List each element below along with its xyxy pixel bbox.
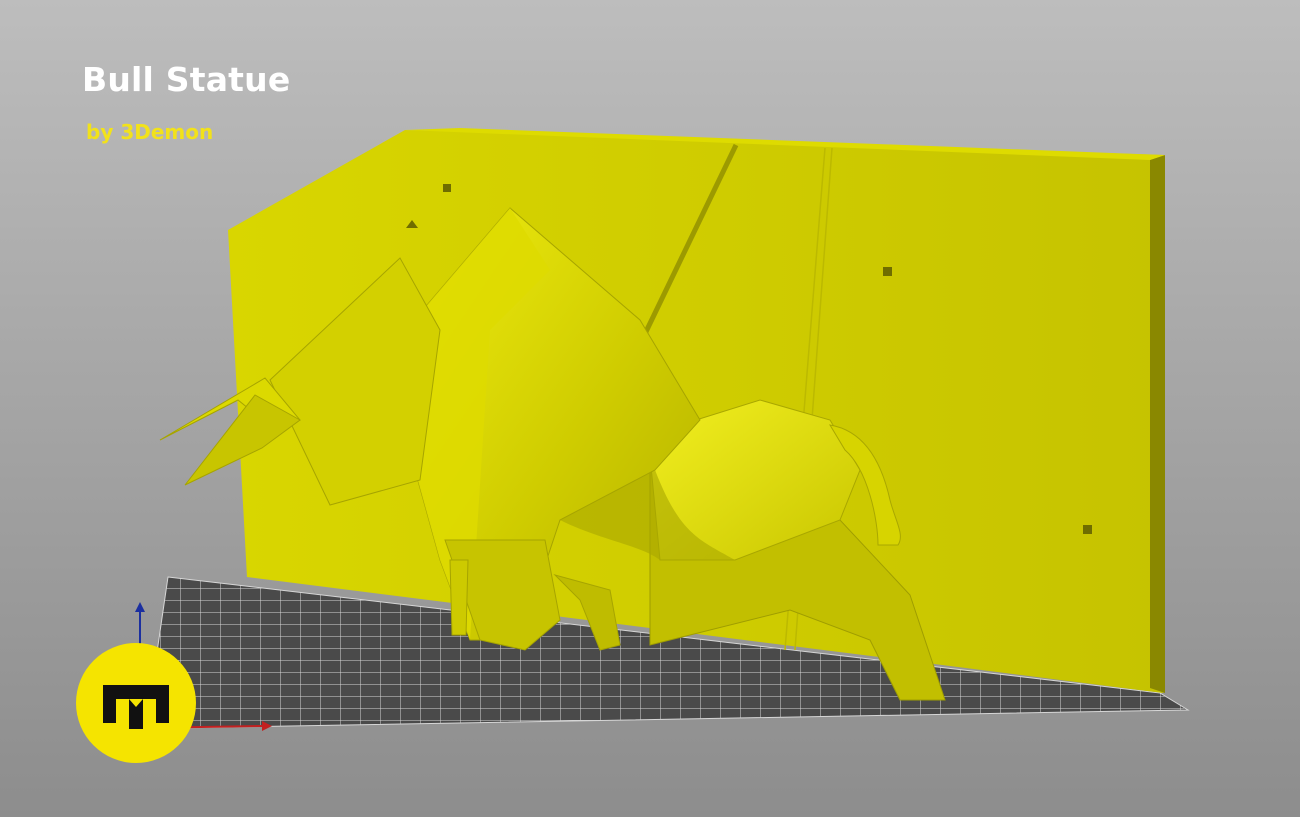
z-axis-arrow-icon (135, 602, 145, 612)
3demon-logo-icon (76, 643, 196, 763)
